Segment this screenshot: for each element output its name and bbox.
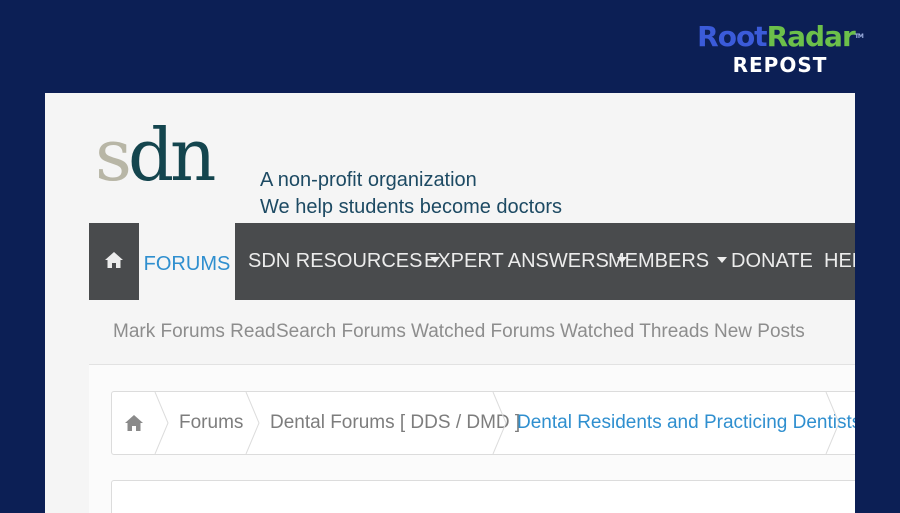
breadcrumb-separator bbox=[825, 392, 840, 454]
mark-forums-read-link[interactable]: Mark Forums Read bbox=[113, 300, 276, 364]
rootradar-logo: RootRadarTM bbox=[690, 22, 870, 52]
breadcrumb-current[interactable]: Dental Residents and Practicing Dentists bbox=[517, 392, 855, 454]
breadcrumb-separator bbox=[245, 392, 260, 454]
nav-label: EXPERT ANSWERS bbox=[424, 250, 609, 272]
content-area: Forums Dental Forums [ DDS / DMD ] Denta… bbox=[89, 365, 855, 513]
home-icon bbox=[125, 414, 143, 431]
repost-label: REPOST bbox=[732, 53, 828, 77]
sdn-logo-mark: sdn bbox=[95, 113, 216, 197]
forum-page: sdn A non-profit organization We help st… bbox=[45, 93, 855, 513]
chevron-down-icon bbox=[717, 256, 728, 263]
logo-root-text: Root bbox=[697, 20, 767, 53]
breadcrumb-home[interactable] bbox=[124, 394, 144, 454]
nav-tab-sdn-resources[interactable]: SDN RESOURCES bbox=[248, 223, 441, 300]
nav-tab-members[interactable]: MEMBERS bbox=[608, 223, 728, 300]
search-forums-link[interactable]: Search Forums bbox=[276, 300, 406, 364]
watched-threads-link[interactable]: Watched Threads bbox=[560, 300, 709, 364]
trademark-mark: TM bbox=[854, 33, 864, 40]
breadcrumb-forums[interactable]: Forums bbox=[179, 392, 243, 454]
nav-label: MEMBERS bbox=[608, 250, 710, 272]
forum-content-box bbox=[111, 480, 855, 513]
tagline-line-2: We help students become doctors bbox=[260, 196, 563, 218]
watched-forums-link[interactable]: Watched Forums bbox=[411, 300, 555, 364]
nav-home-button[interactable] bbox=[89, 223, 139, 300]
sub-nav: Mark Forums Read Search Forums Watched F… bbox=[89, 300, 855, 365]
nav-label: SDN RESOURCES bbox=[248, 250, 423, 272]
new-posts-link[interactable]: New Posts bbox=[714, 300, 805, 364]
logo-radar-text: Radar bbox=[766, 20, 856, 53]
nav-tab-donate[interactable]: DONATE bbox=[731, 223, 813, 300]
breadcrumb-separator bbox=[492, 392, 507, 454]
breadcrumb-separator bbox=[154, 392, 169, 454]
site-tagline: A non-profit organization We help studen… bbox=[260, 167, 562, 221]
breadcrumb-dental-forums[interactable]: Dental Forums [ DDS / DMD ] bbox=[270, 392, 520, 454]
home-icon bbox=[105, 251, 123, 268]
main-nav: FORUMS SDN RESOURCES EXPERT ANSWERS MEMB… bbox=[89, 223, 855, 300]
rootradar-watermark: RootRadarTM REPOST bbox=[690, 22, 870, 77]
nav-tab-forums[interactable]: FORUMS bbox=[139, 223, 235, 300]
nav-tab-help[interactable]: HEL bbox=[824, 223, 855, 300]
breadcrumb: Forums Dental Forums [ DDS / DMD ] Denta… bbox=[111, 391, 855, 455]
nav-tab-expert-answers[interactable]: EXPERT ANSWERS bbox=[424, 223, 627, 300]
tagline-line-1: A non-profit organization bbox=[260, 169, 477, 191]
